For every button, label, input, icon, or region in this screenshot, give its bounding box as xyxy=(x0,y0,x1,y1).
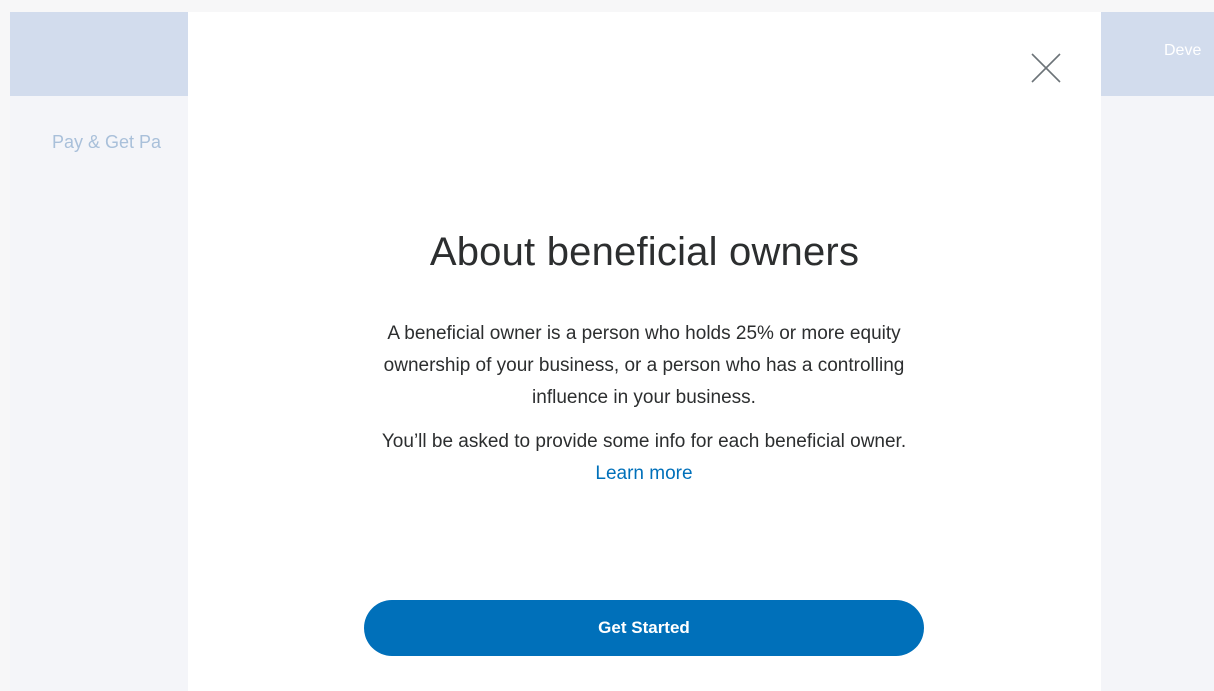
info-request-sentence: You’ll be asked to provide some info for… xyxy=(381,431,907,452)
close-button[interactable] xyxy=(1026,48,1066,88)
beneficial-owner-definition: A beneficial owner is a person who holds… xyxy=(383,323,905,408)
info-request-text: You’ll be asked to provide some info for… xyxy=(360,426,928,490)
subnav-link-pay-get-paid[interactable]: Pay & Get Pa xyxy=(52,132,161,153)
get-started-button[interactable]: Get Started xyxy=(364,600,924,656)
close-icon xyxy=(1031,53,1061,83)
modal-title: About beneficial owners xyxy=(429,230,860,274)
modal-body: A beneficial owner is a person who holds… xyxy=(360,318,928,490)
nav-link-developer[interactable]: Deve xyxy=(1164,42,1201,60)
learn-more-link[interactable]: Learn more xyxy=(595,463,692,484)
beneficial-owners-modal: About beneficial owners A beneficial own… xyxy=(188,12,1101,691)
